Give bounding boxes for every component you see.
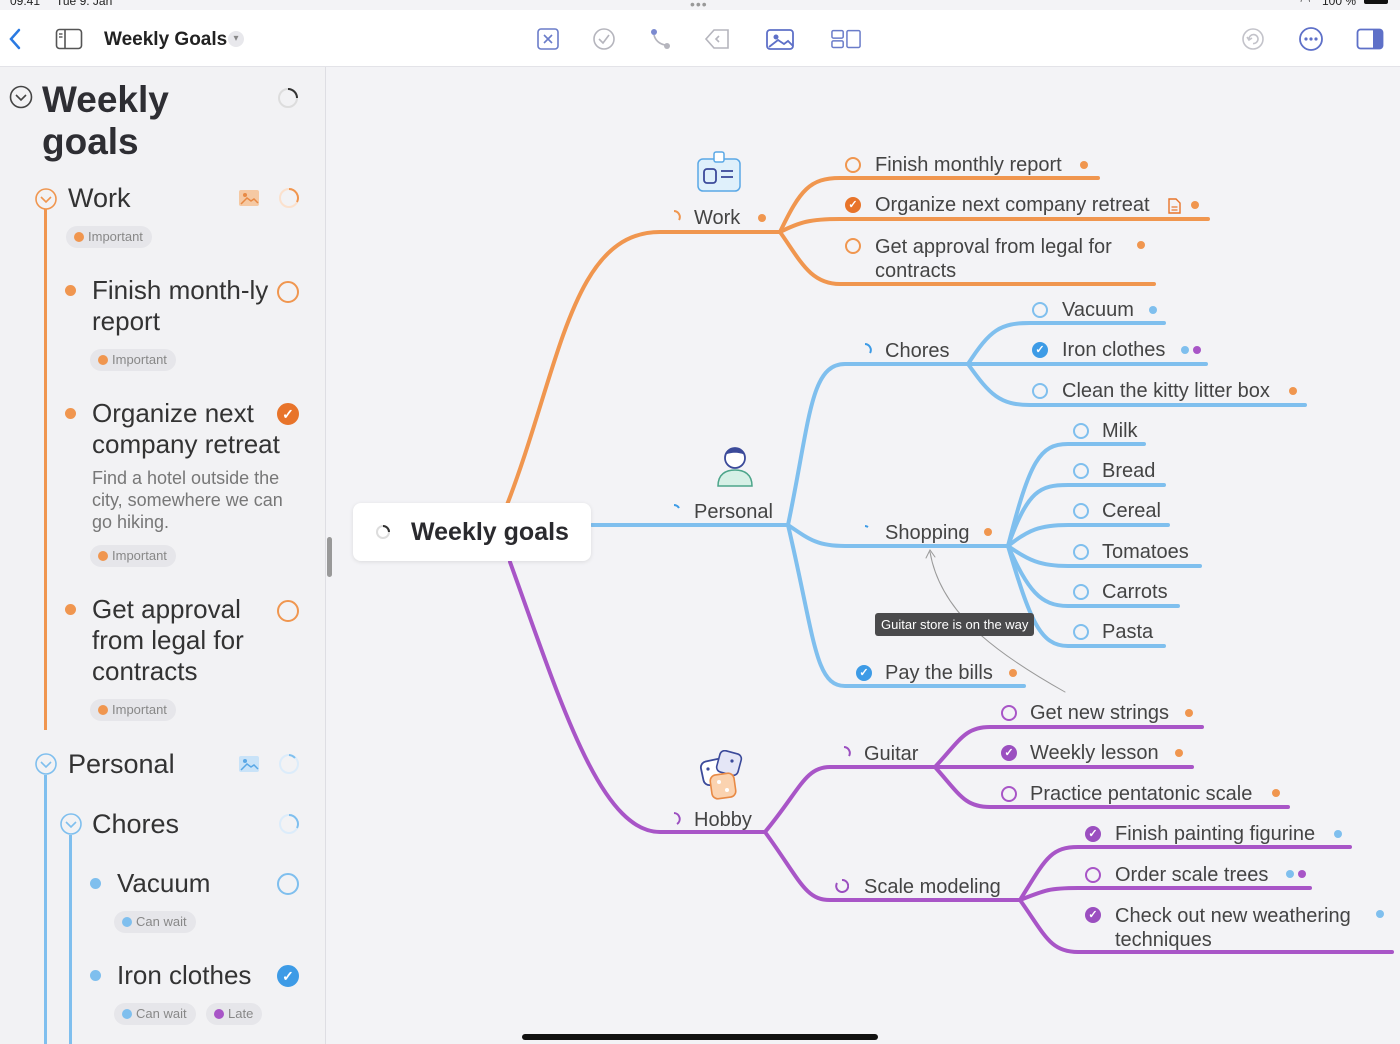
node-milk[interactable]: Milk (1102, 420, 1138, 443)
progress-icon (843, 746, 851, 757)
progress-icon (673, 210, 681, 221)
priority-dot (1080, 161, 1088, 169)
node-chores[interactable]: Chores (885, 340, 949, 363)
priority-dot (1181, 346, 1189, 354)
priority-dot (1334, 830, 1342, 838)
task-checkbox[interactable] (1073, 503, 1089, 519)
node-pentatonic[interactable]: Practice pentatonic scale (1030, 783, 1252, 806)
node-organize-retreat[interactable]: Organize next company retreat (875, 194, 1150, 217)
priority-dot (1272, 789, 1280, 797)
task-checkbox[interactable] (1073, 463, 1089, 479)
task-checkbox[interactable] (1073, 624, 1089, 640)
progress-icon (376, 525, 390, 539)
node-finish-monthly-report[interactable]: Finish monthly report (875, 154, 1062, 177)
task-checkbox[interactable] (845, 238, 861, 254)
root-node[interactable]: Weekly goals (353, 503, 591, 561)
task-checkbox-checked[interactable]: ✓ (845, 197, 861, 213)
priority-dot (1149, 306, 1157, 314)
progress-icon (864, 525, 869, 528)
priority-dot (1286, 870, 1294, 878)
priority-dot (1298, 870, 1306, 878)
task-checkbox[interactable] (1073, 584, 1089, 600)
progress-icon (673, 504, 680, 509)
priority-dot (1191, 201, 1199, 209)
priority-dot (1289, 387, 1297, 395)
node-pay-bills[interactable]: Pay the bills (885, 662, 993, 685)
node-bread[interactable]: Bread (1102, 460, 1155, 483)
priority-dot (1376, 910, 1384, 918)
badge-icon (697, 151, 741, 192)
task-checkbox[interactable] (1073, 423, 1089, 439)
task-checkbox-checked[interactable]: ✓ (1085, 826, 1101, 842)
node-weathering[interactable]: Check out new weathering techniques (1115, 904, 1375, 952)
node-clean-litter-box[interactable]: Clean the kitty litter box (1062, 380, 1270, 403)
task-checkbox[interactable] (1001, 705, 1017, 721)
task-checkbox-checked[interactable]: ✓ (1001, 745, 1017, 761)
node-pasta[interactable]: Pasta (1102, 621, 1153, 644)
node-new-strings[interactable]: Get new strings (1030, 702, 1169, 725)
node-vacuum[interactable]: Vacuum (1062, 299, 1134, 322)
node-shopping[interactable]: Shopping (885, 522, 970, 545)
task-checkbox[interactable] (1085, 867, 1101, 883)
node-personal[interactable]: Personal (694, 501, 773, 524)
task-checkbox[interactable] (1001, 786, 1017, 802)
node-carrots[interactable]: Carrots (1102, 581, 1168, 604)
task-checkbox[interactable] (1032, 302, 1048, 318)
node-work[interactable]: Work (694, 207, 740, 230)
task-checkbox-checked[interactable]: ✓ (1085, 907, 1101, 923)
person-icon (717, 447, 753, 487)
task-checkbox[interactable] (1073, 544, 1089, 560)
node-weekly-lesson[interactable]: Weekly lesson (1030, 742, 1159, 765)
dice-icon (699, 750, 743, 800)
node-scale-trees[interactable]: Order scale trees (1115, 864, 1268, 887)
task-checkbox-checked[interactable]: ✓ (1032, 342, 1048, 358)
priority-dot (1137, 241, 1145, 249)
node-get-approval[interactable]: Get approval from legal for contracts (875, 235, 1130, 283)
task-checkbox[interactable] (1032, 383, 1048, 399)
home-indicator[interactable] (522, 1034, 878, 1040)
priority-dot (984, 528, 992, 536)
node-painting-figurine[interactable]: Finish painting figurine (1115, 823, 1315, 846)
relation-tooltip[interactable]: Guitar store is on the way (875, 613, 1035, 636)
progress-icon (835, 879, 849, 893)
task-checkbox-checked[interactable]: ✓ (856, 665, 872, 681)
priority-dot (1185, 709, 1193, 717)
node-guitar[interactable]: Guitar (864, 743, 918, 766)
priority-dot (1193, 346, 1201, 354)
node-cereal[interactable]: Cereal (1102, 500, 1161, 523)
priority-dot (1175, 749, 1183, 757)
node-scale-modeling[interactable]: Scale modeling (864, 876, 1001, 899)
node-iron-clothes[interactable]: Iron clothes (1062, 339, 1165, 362)
priority-dot (758, 214, 766, 222)
root-label: Weekly goals (411, 518, 569, 546)
note-icon[interactable] (1168, 198, 1181, 214)
node-hobby[interactable]: Hobby (694, 809, 752, 832)
priority-dot (1009, 669, 1017, 677)
progress-icon (673, 812, 681, 825)
progress-icon (864, 343, 872, 354)
task-checkbox[interactable] (845, 157, 861, 173)
node-tomatoes[interactable]: Tomatoes (1102, 541, 1189, 564)
